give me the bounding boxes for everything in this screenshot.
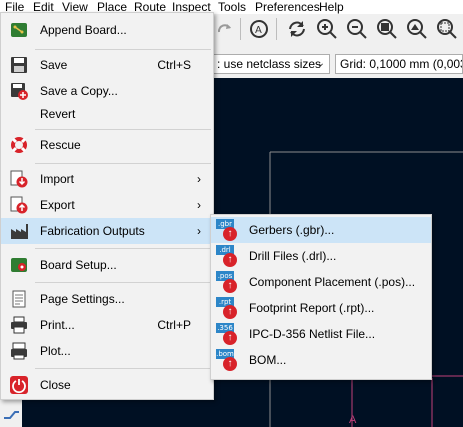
menu-tools[interactable]: Tools: [218, 0, 246, 14]
menu-item-label: Board Setup...: [40, 258, 117, 272]
menu-item-label: Save: [40, 58, 68, 72]
zoom-fit-icon[interactable]: [376, 18, 398, 40]
submenu-item-label: Drill Files (.drl)...: [249, 249, 337, 263]
submenu-arrow-icon: ›: [197, 172, 201, 186]
menu-item-label: Plot...: [40, 344, 71, 358]
menu-item-revert[interactable]: Revert: [1, 101, 213, 127]
shortcut-label: Ctrl+S: [157, 58, 191, 72]
menu-item-label: Export: [40, 198, 75, 212]
submenu-item-label: Footprint Report (.rpt)...: [249, 301, 375, 315]
zoom-out-icon[interactable]: [346, 18, 368, 40]
svg-text:A: A: [255, 25, 262, 36]
submenu-item-label: IPC-D-356 Netlist File...: [249, 327, 376, 341]
menu-item-rescue[interactable]: Rescue: [1, 132, 213, 158]
power-icon: [10, 376, 28, 394]
menu-separator: [35, 282, 211, 283]
menu-item-label: Import: [40, 172, 75, 186]
route-icon[interactable]: [3, 408, 19, 422]
submenu-item-drill-files[interactable]: .drl ↑ Drill Files (.drl)...: [211, 243, 431, 269]
upload-badge-icon: ↑: [223, 253, 237, 267]
submenu-arrow-icon: ›: [197, 198, 201, 212]
report-file-icon: .rpt ↑: [216, 297, 238, 319]
menu-help[interactable]: Help: [319, 0, 344, 14]
fabrication-outputs-submenu: .gbr ↑ Gerbers (.gbr)... .drl ↑ Drill Fi…: [210, 214, 432, 380]
board-setup-icon: [10, 256, 28, 274]
menu-item-label: Rescue: [40, 138, 81, 152]
upload-badge-icon: ↑: [223, 357, 237, 371]
lifebuoy-icon: [10, 136, 28, 154]
track-width-select[interactable]: : use netclass sizes ⌄: [212, 54, 330, 74]
toolbar-separator: [276, 18, 277, 40]
menu-item-label: Print...: [40, 318, 75, 332]
menu-separator: [35, 248, 211, 249]
menu-item-label: Append Board...: [40, 23, 127, 37]
plotter-icon: [10, 342, 28, 360]
chevron-down-icon: ⌄: [316, 58, 325, 69]
append-board-icon: [10, 21, 28, 39]
drill-file-icon: .drl ↑: [216, 245, 238, 267]
zoom-area-icon[interactable]: [436, 18, 458, 40]
menu-item-page-settings[interactable]: Page Settings...: [1, 286, 213, 312]
submenu-item-component-placement[interactable]: .pos ↑ Component Placement (.pos)...: [211, 269, 431, 295]
upload-badge-icon: ↑: [223, 227, 237, 241]
upload-badge-icon: ↑: [223, 279, 237, 293]
menu-item-save[interactable]: Save Ctrl+S: [1, 52, 213, 78]
submenu-item-label: BOM...: [249, 353, 287, 367]
refresh-icon[interactable]: [286, 18, 308, 40]
zoom-in-icon[interactable]: [316, 18, 338, 40]
track-width-value: : use netclass sizes: [217, 57, 322, 71]
menu-item-fabrication-outputs[interactable]: Fabrication Outputs ›: [1, 218, 213, 244]
netlist-file-icon: .356 ↑: [216, 323, 238, 345]
find-icon[interactable]: A: [248, 18, 270, 40]
menu-separator: [35, 368, 211, 369]
menu-separator: [35, 129, 211, 130]
upload-badge-icon: ↑: [223, 331, 237, 345]
menu-item-label: Page Settings...: [40, 292, 125, 306]
menu-item-close[interactable]: Close: [1, 372, 213, 398]
submenu-item-footprint-report[interactable]: .rpt ↑ Footprint Report (.rpt)...: [211, 295, 431, 321]
submenu-arrow-icon: ›: [197, 224, 201, 238]
submenu-item-ipc-netlist[interactable]: .356 ↑ IPC-D-356 Netlist File...: [211, 321, 431, 347]
factory-icon: [10, 222, 28, 240]
menu-item-print[interactable]: Print... Ctrl+P: [1, 312, 213, 338]
menu-preferences[interactable]: Preferences: [255, 0, 320, 14]
submenu-item-label: Gerbers (.gbr)...: [249, 223, 335, 237]
import-icon: [10, 170, 28, 188]
menu-item-import[interactable]: Import ›: [1, 166, 213, 192]
upload-badge-icon: ↑: [223, 305, 237, 319]
grid-value: Grid: 0,1000 mm (0,0039 in: [340, 57, 462, 71]
menu-separator: [35, 49, 211, 50]
save-icon: [10, 56, 28, 74]
printer-icon: [10, 316, 28, 334]
file-menu: Append Board... Save Ctrl+S Save a Copy.…: [0, 12, 214, 400]
zoom-objects-icon[interactable]: [406, 18, 428, 40]
menu-separator: [35, 163, 211, 164]
gerber-file-icon: .gbr ↑: [216, 219, 238, 241]
redo-icon[interactable]: [214, 18, 236, 40]
export-icon: [10, 196, 28, 214]
menu-item-label: Revert: [40, 107, 76, 121]
menu-item-label: Close: [40, 378, 71, 392]
toolbar-separator: [240, 18, 241, 40]
submenu-item-gerbers[interactable]: .gbr ↑ Gerbers (.gbr)...: [211, 217, 431, 243]
grid-select[interactable]: Grid: 0,1000 mm (0,0039 in: [335, 54, 463, 74]
position-file-icon: .pos ↑: [216, 271, 238, 293]
menu-item-label: Fabrication Outputs: [40, 224, 145, 238]
save-copy-icon: [10, 82, 28, 100]
page-settings-icon: [10, 290, 28, 308]
menu-item-plot[interactable]: Plot...: [1, 338, 213, 364]
submenu-item-bom[interactable]: .bom ↑ BOM...: [211, 347, 431, 373]
submenu-item-label: Component Placement (.pos)...: [249, 275, 416, 289]
menu-item-board-setup[interactable]: Board Setup...: [1, 252, 213, 278]
bom-file-icon: .bom ↑: [216, 349, 238, 371]
menu-item-append-board[interactable]: Append Board...: [1, 17, 213, 43]
pad-label: A: [349, 414, 357, 426]
menu-item-export[interactable]: Export ›: [1, 192, 213, 218]
shortcut-label: Ctrl+P: [157, 318, 191, 332]
